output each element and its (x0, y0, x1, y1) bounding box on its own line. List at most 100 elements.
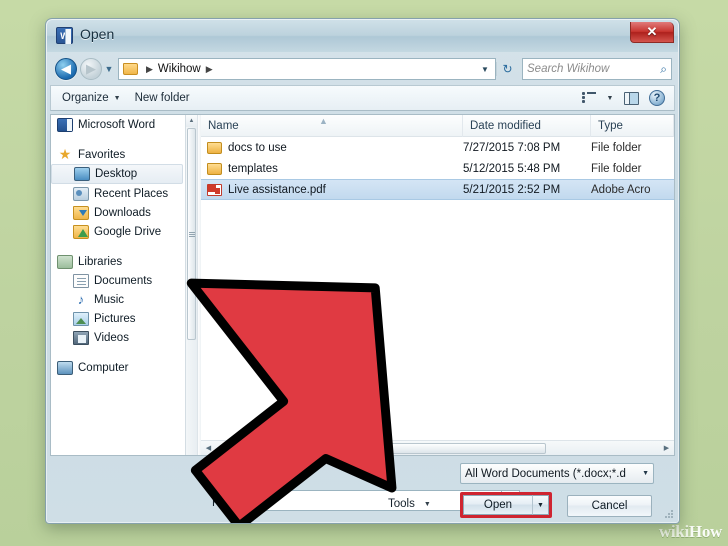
file-list-horizontal-scrollbar[interactable]: ◀ ▶ (201, 440, 674, 455)
chevron-down-icon: ▼ (423, 500, 431, 508)
sidebar-item-music[interactable]: ♪ Music (51, 290, 185, 309)
sidebar-item-pictures[interactable]: Pictures (51, 309, 185, 328)
music-icon: ♪ (77, 291, 85, 307)
sidebar-item-label: Libraries (78, 255, 123, 268)
preview-pane-glyph (623, 91, 639, 105)
sort-indicator-icon: ▲ (319, 115, 328, 126)
file-name-cell: Live assistance.pdf (201, 183, 463, 196)
file-name-cell: docs to use (201, 141, 463, 154)
open-button[interactable]: Open (463, 495, 532, 515)
sidebar-item-libraries[interactable]: Libraries (51, 252, 185, 271)
column-header-date-modified[interactable]: Date modified (463, 115, 591, 137)
scroll-grip-icon (188, 231, 195, 237)
refresh-icon[interactable]: ↻ (496, 62, 518, 76)
chevron-down-icon[interactable]: ▼ (477, 65, 493, 74)
navigation-pane: Microsoft Word ★ Favorites Desktop Recent Pl… (51, 115, 197, 455)
window-title: Open (80, 26, 115, 42)
address-breadcrumb-field[interactable]: ▶ Wikihow ▶ ▼ (118, 58, 496, 80)
sidebar-item-favorites[interactable]: ★ Favorites (51, 145, 185, 164)
tools-label: Tools (388, 498, 415, 510)
view-options-icon[interactable] (576, 88, 602, 109)
sidebar-item-label: Microsoft Word (78, 118, 156, 131)
title-bar: W Open ✕ (47, 20, 678, 52)
file-type-select[interactable]: All Word Documents (*.docx;*.d ▼ (460, 463, 654, 484)
downloads-icon (73, 205, 89, 220)
file-name-text: docs to use (228, 141, 287, 154)
sidebar-item-computer[interactable]: Computer (51, 358, 185, 377)
breadcrumb-separator: ▶ (146, 63, 153, 74)
folder-icon (207, 141, 222, 154)
search-icon: ⌕ (660, 61, 667, 76)
table-row[interactable]: Live assistance.pdf 5/21/2015 2:52 PM Adob… (201, 179, 674, 200)
sidebar-item-label: Favorites (78, 148, 126, 161)
scroll-up-icon[interactable]: ▲ (186, 115, 197, 127)
open-split-dropdown[interactable]: ▼ (532, 495, 549, 515)
history-dropdown-icon[interactable]: ▼ (102, 64, 116, 74)
file-name-label: File name: (212, 497, 266, 509)
address-bar: ◀ ▶ ▼ ▶ Wikihow ▶ ▼ ↻ Search Wikihow ⌕ (47, 52, 678, 84)
table-row[interactable]: templates 5/12/2015 5:48 PM File folder (201, 158, 674, 179)
chevron-down-icon: ▼ (113, 94, 121, 102)
open-button-highlight: Open ▼ (460, 492, 552, 518)
sidebar-item-desktop[interactable]: Desktop (51, 164, 183, 184)
column-header-name-label: Name (208, 119, 239, 132)
videos-icon (73, 330, 89, 345)
sidebar-item-google-drive[interactable]: Google Drive (51, 222, 185, 241)
organize-button[interactable]: Organize ▼ (55, 88, 128, 109)
sidebar-item-recent-places[interactable]: Recent Places (51, 184, 185, 203)
file-type-cell: Adobe Acro (591, 183, 651, 196)
file-type-cell: File folder (591, 141, 642, 154)
file-date-cell: 5/12/2015 5:48 PM (463, 162, 561, 175)
search-input[interactable]: Search Wikihow ⌕ (522, 58, 672, 80)
navigation-scrollbar[interactable]: ▲ (185, 115, 197, 455)
star-icon: ★ (58, 145, 72, 162)
desktop-icon (74, 167, 90, 181)
open-label: Open (483, 499, 513, 511)
sidebar-item-microsoft-word[interactable]: Microsoft Word (51, 115, 185, 134)
tools-button[interactable]: Tools ▼ (388, 498, 431, 510)
breadcrumb-wikihow[interactable]: Wikihow (158, 63, 201, 75)
view-options-caret-icon[interactable]: ▼ (602, 88, 618, 109)
close-button[interactable]: ✕ (630, 22, 674, 43)
navigation-list: Microsoft Word ★ Favorites Desktop Recent Pl… (51, 115, 185, 455)
column-header-type[interactable]: Type (591, 115, 674, 137)
computer-icon (57, 360, 73, 375)
sidebar-item-downloads[interactable]: Downloads (51, 203, 185, 222)
organize-label: Organize (62, 92, 109, 104)
file-date-cell: 7/27/2015 7:08 PM (463, 141, 561, 154)
forward-arrow-icon: ▶ (80, 58, 102, 80)
help-glyph: ? (649, 90, 665, 106)
scroll-right-icon[interactable]: ▶ (659, 444, 674, 452)
resize-grip-icon[interactable] (665, 510, 675, 520)
column-headers: Name ▲ Date modified Type (201, 115, 674, 137)
recent-places-icon (73, 186, 89, 201)
sidebar-item-label: Desktop (95, 168, 138, 180)
dialog-footer: File name: ▼ All Word Documents (*.docx;… (46, 457, 679, 523)
sidebar-item-videos[interactable]: Videos (51, 328, 185, 347)
scroll-left-icon[interactable]: ◀ (201, 444, 216, 452)
column-header-name[interactable]: Name ▲ (201, 115, 463, 137)
sidebar-item-documents[interactable]: Documents (51, 271, 185, 290)
documents-icon (73, 273, 89, 288)
preview-pane-icon[interactable] (618, 88, 644, 109)
table-row[interactable]: docs to use 7/27/2015 7:08 PM File folder (201, 137, 674, 158)
help-icon[interactable]: ? (644, 88, 670, 109)
navigation-scroll-thumb[interactable] (187, 128, 196, 340)
pictures-icon (73, 311, 89, 326)
hscroll-track[interactable] (216, 442, 659, 455)
cancel-button[interactable]: Cancel (567, 495, 652, 517)
sidebar-item-label: Documents (94, 274, 153, 287)
word-icon: W (56, 27, 73, 44)
back-arrow-icon[interactable]: ◀ (55, 58, 77, 80)
sidebar-item-label: Recent Places (94, 187, 169, 200)
breadcrumb-separator-2: ▶ (205, 63, 213, 74)
new-folder-button[interactable]: New folder (128, 88, 197, 109)
file-type-value: All Word Documents (*.docx;*.d (465, 467, 626, 480)
folder-icon (207, 162, 222, 175)
pdf-file-icon (207, 183, 222, 196)
sidebar-item-label: Videos (94, 331, 129, 344)
hscroll-thumb[interactable] (224, 442, 546, 454)
file-name-text: templates (228, 162, 278, 175)
